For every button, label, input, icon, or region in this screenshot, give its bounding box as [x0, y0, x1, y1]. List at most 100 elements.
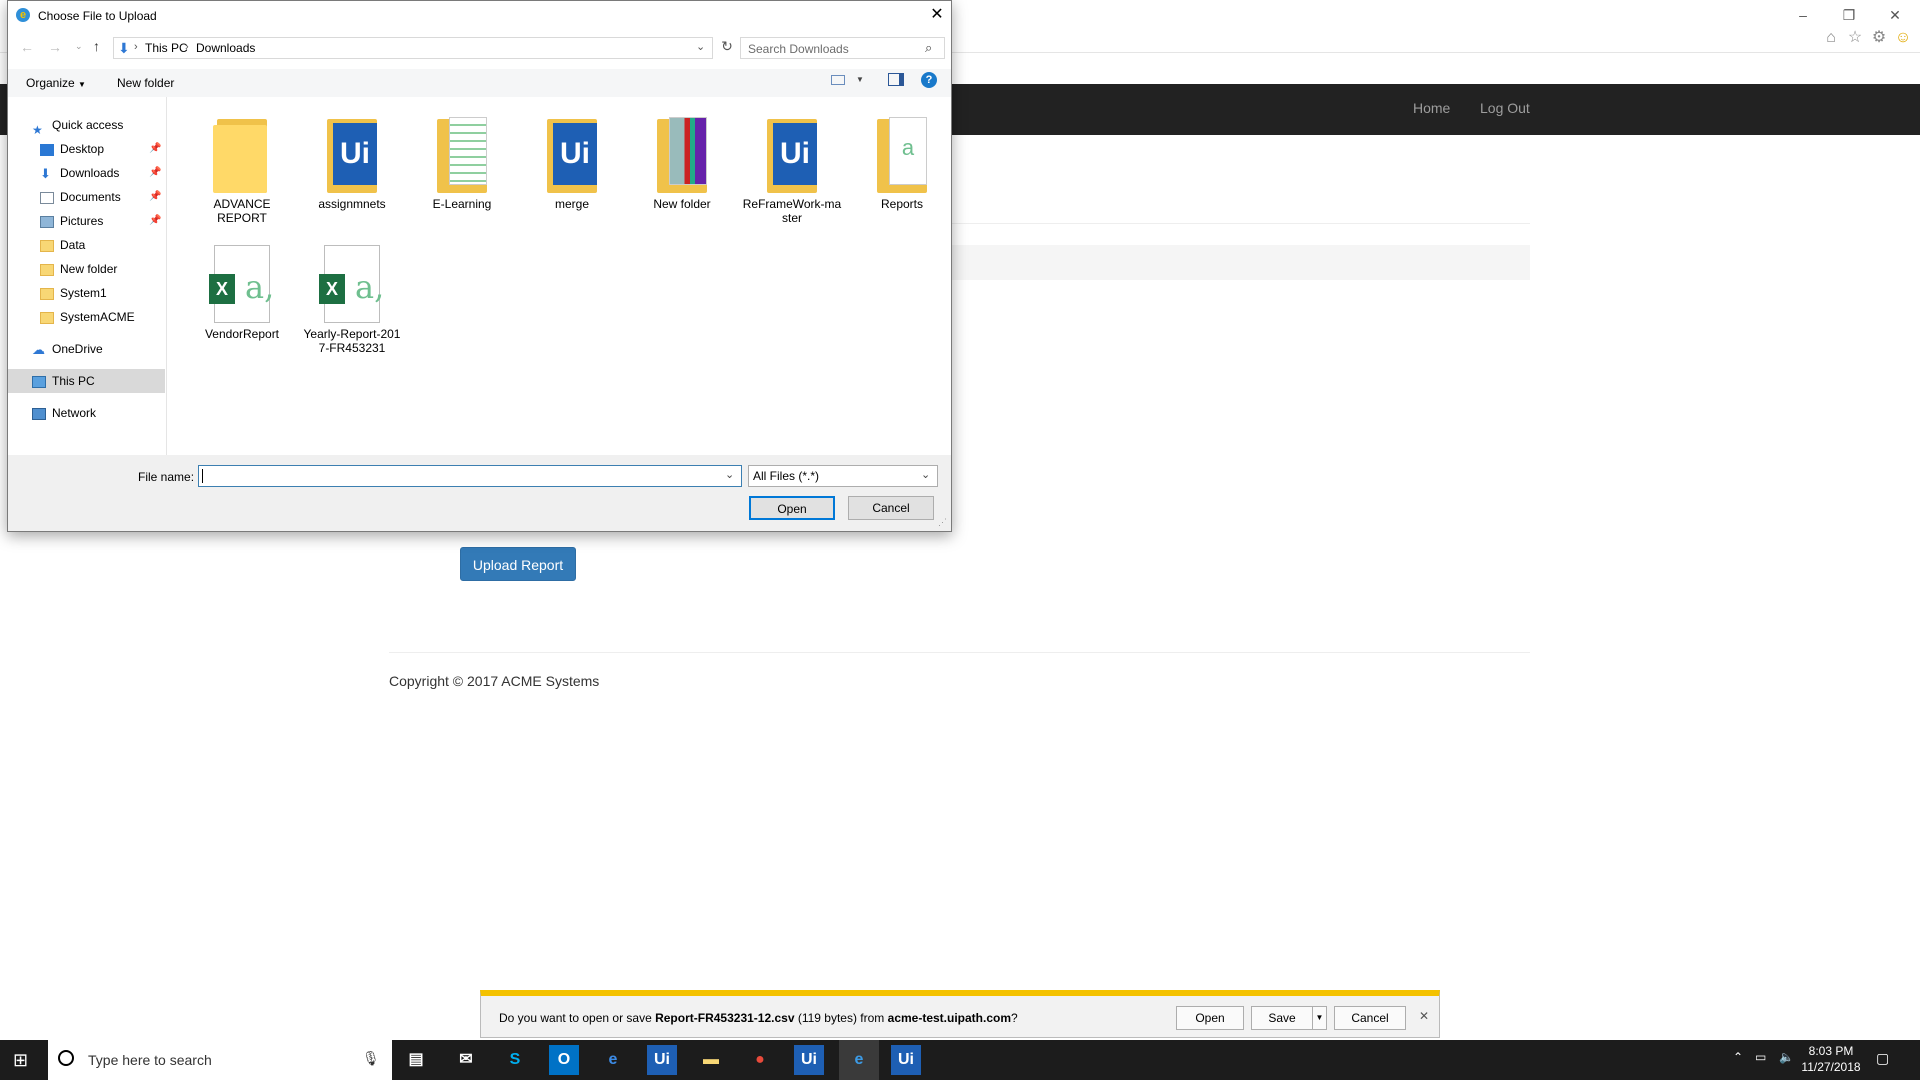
pin-icon[interactable]: 📌 [149, 167, 161, 178]
nav-quick-access[interactable]: ★ Quick access [32, 115, 123, 137]
clock-date: 11/27/2018 [1801, 1060, 1861, 1074]
preview-pane-icon[interactable] [888, 73, 904, 86]
nav-network[interactable]: Network [32, 403, 96, 423]
nav-onedrive[interactable]: ☁ OneDrive [32, 339, 103, 359]
file-name: merge [554, 197, 589, 211]
file-item-advance-report[interactable]: ADVANCE REPORT [192, 115, 292, 225]
breadcrumb-downloads[interactable]: Downloads [196, 41, 255, 55]
tray-chevron-icon[interactable]: ⌃ [1733, 1050, 1743, 1064]
nav-label: Pictures [60, 214, 104, 228]
upload-report-button[interactable]: Upload Report [460, 547, 576, 581]
restore-icon[interactable]: ❐ [1826, 4, 1872, 26]
clock[interactable]: 8:03 PM 11/27/2018 [1798, 1043, 1864, 1075]
breadcrumb-separator-icon: › [134, 41, 138, 53]
dialog-close-icon[interactable]: ✕ [925, 3, 949, 27]
nav-desktop[interactable]: Desktop [40, 139, 104, 159]
mail-icon[interactable]: ✉ [451, 1045, 481, 1075]
computer-icon [32, 375, 46, 388]
pin-icon[interactable]: 📌 [149, 143, 161, 154]
dialog-title: Choose File to Upload [38, 9, 157, 23]
file-item-yearly-report[interactable]: Xa, Yearly-Report-2017-FR453231 [302, 245, 402, 355]
download-close-icon[interactable]: ✕ [1419, 1009, 1429, 1023]
up-arrow-icon[interactable]: ↑ [93, 38, 100, 54]
view-dropdown-icon[interactable]: ▼ [856, 75, 864, 84]
file-item-vendorreport[interactable]: Xa, VendorReport [192, 245, 292, 341]
help-icon[interactable]: ? [921, 72, 937, 88]
forward-arrow-icon[interactable]: → [48, 39, 62, 55]
file-item-merge[interactable]: Ui merge [522, 115, 622, 211]
file-type-select[interactable]: All Files (*.*) ⌄ [748, 465, 938, 487]
text-cursor [202, 469, 203, 483]
pin-icon[interactable]: 📌 [149, 191, 161, 202]
address-bar[interactable]: ⬇ › This PC › Downloads ⌄ [113, 37, 713, 59]
uipath-folder-icon: Ui [543, 115, 601, 193]
copyright-text: Copyright © 2017 ACME Systems [389, 673, 600, 689]
nav-new-folder[interactable]: New folder [40, 259, 117, 279]
file-name-dropdown-icon[interactable]: ⌄ [725, 468, 734, 481]
file-list-pane: ADVANCE REPORT Ui assignmnets E-Learning… [167, 97, 951, 455]
file-type-dropdown-icon[interactable]: ⌄ [921, 468, 930, 481]
file-explorer-icon[interactable]: ▬ [696, 1045, 726, 1075]
file-item-reports[interactable]: a Reports [852, 115, 952, 211]
minimize-icon[interactable]: – [1780, 4, 1826, 26]
open-button[interactable]: Open [749, 496, 835, 520]
uipath-assistant-icon[interactable]: Ui [891, 1045, 921, 1075]
save-dropdown-icon[interactable]: ▼ [1312, 1006, 1327, 1030]
download-message: Do you want to open or save Report-FR453… [499, 1011, 1018, 1025]
search-downloads-input[interactable]: Search Downloads ⌕ [740, 37, 945, 59]
download-arrow-icon: ⬇ [40, 165, 51, 181]
close-icon[interactable]: ✕ [1872, 4, 1918, 26]
search-icon[interactable]: ⌕ [925, 40, 932, 56]
nav-documents[interactable]: Documents [40, 187, 121, 207]
organize-menu[interactable]: Organize ▼ [26, 76, 86, 90]
volume-icon[interactable]: 🔈 [1779, 1050, 1794, 1064]
recent-chevron-icon[interactable]: ⌄ [75, 41, 83, 52]
new-folder-button[interactable]: New folder [117, 76, 174, 90]
favorites-star-icon[interactable]: ☆ [1846, 29, 1864, 47]
network-tray-icon[interactable]: ▭ [1755, 1050, 1766, 1064]
settings-gear-icon[interactable]: ⚙ [1870, 29, 1888, 47]
microphone-icon[interactable]: 🎙 [362, 1050, 380, 1067]
breadcrumb-this-pc[interactable]: This PC [145, 41, 188, 55]
back-arrow-icon[interactable]: ← [20, 39, 34, 55]
download-save-button[interactable]: Save [1251, 1006, 1313, 1030]
download-cancel-button[interactable]: Cancel [1334, 1006, 1406, 1030]
file-item-new-folder[interactable]: New folder [632, 115, 732, 211]
address-dropdown-icon[interactable]: ⌄ [696, 40, 705, 53]
windows-start-icon[interactable]: ⊞ [13, 1050, 33, 1070]
file-name: assignmnets [318, 197, 386, 211]
nav-logout-link[interactable]: Log Out [1480, 100, 1530, 116]
nav-system1[interactable]: System1 [40, 283, 107, 303]
chrome-icon[interactable]: ● [745, 1045, 775, 1075]
image-folder-icon [653, 115, 711, 193]
download-open-button[interactable]: Open [1176, 1006, 1244, 1030]
skype-icon[interactable]: S [500, 1045, 530, 1075]
view-options-icon[interactable] [831, 75, 845, 85]
outlook-icon[interactable]: O [549, 1045, 579, 1075]
nav-downloads[interactable]: ⬇ Downloads [40, 163, 119, 183]
internet-explorer-icon[interactable]: e [839, 1040, 879, 1080]
nav-this-pc[interactable]: This PC [32, 371, 95, 391]
task-view-icon[interactable]: ▤ [401, 1045, 431, 1075]
pin-icon[interactable]: 📌 [149, 215, 161, 226]
file-name-input[interactable]: ⌄ [198, 465, 742, 487]
uipath-studio-icon[interactable]: Ui [647, 1045, 677, 1075]
nav-home-link[interactable]: Home [1413, 100, 1450, 116]
file-name: New folder [653, 197, 711, 211]
action-center-icon[interactable]: ▢ [1876, 1050, 1889, 1067]
resize-grip-icon[interactable]: ⋰ [938, 517, 947, 528]
nav-systemacme[interactable]: SystemACME [40, 307, 135, 327]
home-icon[interactable]: ⌂ [1822, 29, 1840, 47]
nav-data[interactable]: Data [40, 235, 85, 255]
taskbar-search-box[interactable]: Type here to search 🎙 [48, 1040, 392, 1080]
edge-icon[interactable]: e [598, 1045, 628, 1075]
cortana-circle-icon [58, 1050, 74, 1066]
cancel-button[interactable]: Cancel [848, 496, 934, 520]
smiley-feedback-icon[interactable]: ☺ [1894, 29, 1912, 47]
nav-pictures[interactable]: Pictures [40, 211, 103, 231]
file-item-assignmnets[interactable]: Ui assignmnets [302, 115, 402, 211]
refresh-icon[interactable]: ↻ [718, 38, 736, 58]
file-item-reframework-master[interactable]: Ui ReFrameWork-master [742, 115, 842, 225]
file-item-e-learning[interactable]: E-Learning [412, 115, 512, 211]
uipath-robot-icon[interactable]: Ui [794, 1045, 824, 1075]
